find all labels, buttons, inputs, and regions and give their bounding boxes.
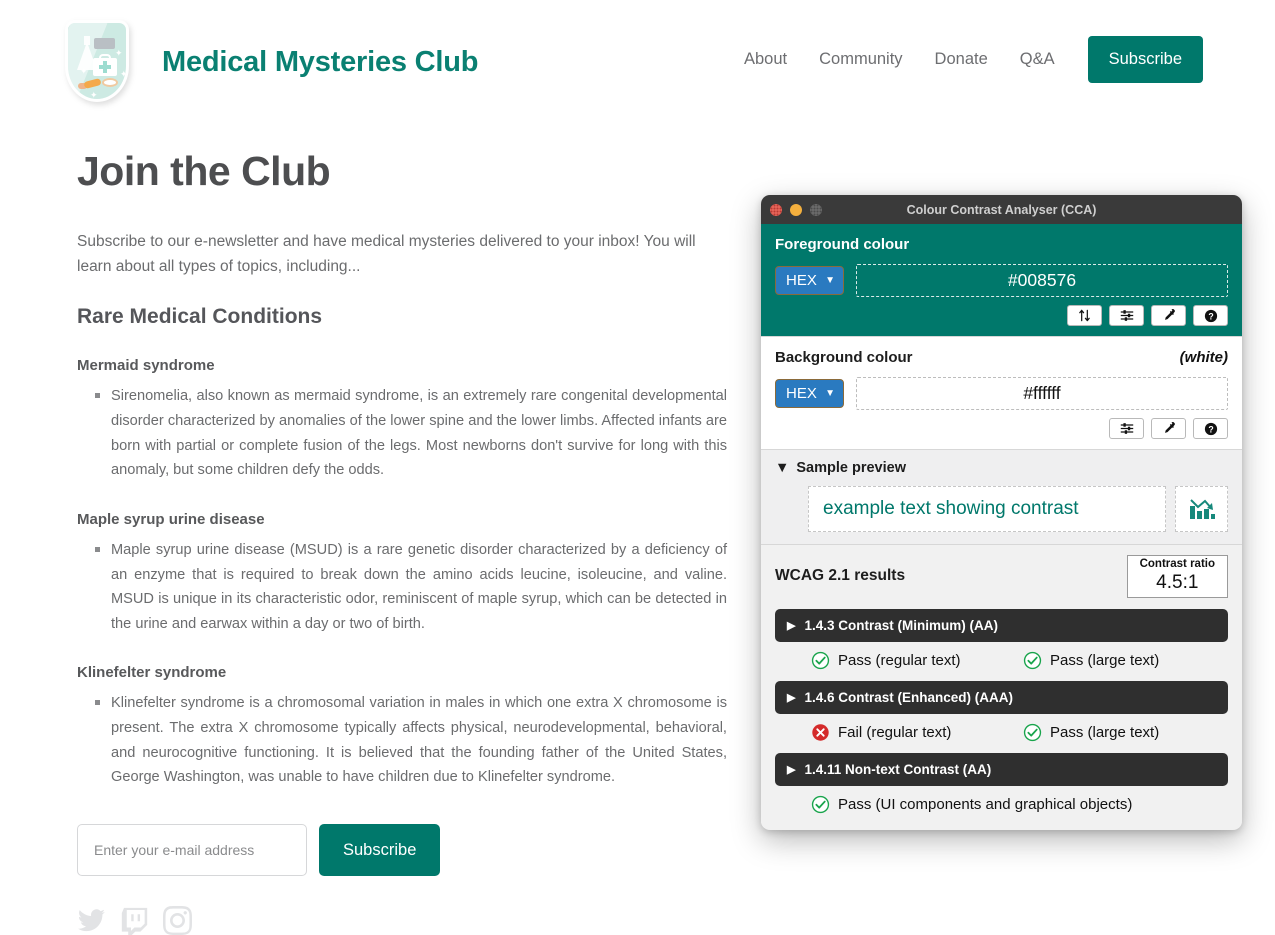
result-text: Pass (regular text) xyxy=(838,651,961,669)
foreground-label: Foreground colour xyxy=(775,236,910,253)
sample-preview-disclosure[interactable]: ▼ Sample preview xyxy=(775,460,1228,476)
email-input[interactable] xyxy=(77,824,307,877)
bar-chart-decline-icon xyxy=(1175,486,1228,532)
contrast-ratio-box: Contrast ratio 4.5:1 xyxy=(1126,555,1228,598)
eyedropper-icon[interactable] xyxy=(1151,418,1186,439)
medical-shield-logo-icon: ✦ ✦ ✦ ✦ xyxy=(62,17,134,109)
cca-titlebar[interactable]: Colour Contrast Analyser (CCA) xyxy=(761,195,1242,224)
triangle-right-icon: ▶ xyxy=(787,763,796,776)
foreground-format-wrap: HEX ▼ xyxy=(775,266,844,295)
foreground-actions: ? xyxy=(775,305,1228,326)
background-hex-value[interactable]: #ffffff xyxy=(856,377,1228,410)
triangle-right-icon: ▶ xyxy=(787,691,796,704)
pass-icon xyxy=(811,651,830,669)
wcag-results-title: WCAG 2.1 results xyxy=(775,567,906,585)
condition-list: Sirenomelia, also known as mermaid syndr… xyxy=(77,384,727,483)
result-text: Pass (large text) xyxy=(1050,723,1160,741)
background-format-select[interactable]: HEX xyxy=(775,379,844,408)
criterion-label: 1.4.11 Non-text Contrast (AA) xyxy=(804,761,992,777)
cca-window: Colour Contrast Analyser (CCA) Foregroun… xyxy=(761,195,1242,830)
condition-title: Maple syrup urine disease xyxy=(77,510,265,528)
condition-list: Maple syrup urine disease (MSUD) is a ra… xyxy=(77,538,727,637)
nav-link-community[interactable]: Community xyxy=(803,50,918,69)
header-subscribe-button[interactable]: Subscribe xyxy=(1087,36,1203,83)
nav-link-qa[interactable]: Q&A xyxy=(1004,50,1071,69)
nav-link-about[interactable]: About xyxy=(728,50,803,69)
nav-link-donate[interactable]: Donate xyxy=(919,50,1004,69)
result-text: Pass (UI components and graphical object… xyxy=(838,795,1133,813)
sample-preview-label: Sample preview xyxy=(796,460,906,476)
criterion-1-4-6-results: Fail (regular text) Pass (large text) xyxy=(775,723,1228,742)
site-header: ✦ ✦ ✦ ✦ Medical Mysteries Club About Com… xyxy=(0,0,1275,125)
condition-list: Klinefelter syndrome is a chromosomal va… xyxy=(77,691,727,790)
result-outcome: Pass (regular text) xyxy=(811,651,1023,670)
triangle-right-icon: ▶ xyxy=(787,619,796,632)
page-content: Join the Club Subscribe to our e-newslet… xyxy=(77,148,727,935)
brand-name: Medical Mysteries Club xyxy=(162,46,479,78)
foreground-hex-value[interactable]: #008576 xyxy=(856,264,1228,297)
subscribe-button[interactable]: Subscribe xyxy=(319,824,441,877)
list-item: Maple syrup urine disease (MSUD) is a ra… xyxy=(95,538,727,637)
sample-preview-row: example text showing contrast xyxy=(775,486,1228,532)
brand[interactable]: ✦ ✦ ✦ ✦ Medical Mysteries Club xyxy=(62,17,479,109)
twitter-icon[interactable] xyxy=(77,906,106,935)
criterion-1-4-11-results: Pass (UI components and graphical object… xyxy=(775,795,1228,814)
svg-text:?: ? xyxy=(1208,311,1213,321)
background-actions: ? xyxy=(775,418,1228,439)
criterion-label: 1.4.3 Contrast (Minimum) (AA) xyxy=(804,617,998,633)
pass-icon xyxy=(1023,651,1042,669)
background-format-wrap: HEX ▼ xyxy=(775,379,844,408)
help-icon[interactable]: ? xyxy=(1193,305,1228,326)
svg-text:?: ? xyxy=(1208,424,1213,434)
foreground-panel: Foreground colour HEX ▼ #008576 ? xyxy=(761,224,1242,336)
result-outcome: Fail (regular text) xyxy=(811,723,1023,742)
result-outcome: Pass (UI components and graphical object… xyxy=(811,795,1132,814)
result-text: Pass (large text) xyxy=(1050,651,1160,669)
criterion-1-4-3-results: Pass (regular text) Pass (large text) xyxy=(775,651,1228,670)
condition-title: Klinefelter syndrome xyxy=(77,664,227,682)
swap-colours-icon[interactable] xyxy=(1067,305,1102,326)
list-item: Sirenomelia, also known as mermaid syndr… xyxy=(95,384,727,483)
foreground-format-select[interactable]: HEX xyxy=(775,266,844,295)
sample-preview-panel: ▼ Sample preview example text showing co… xyxy=(761,449,1242,544)
main-nav: About Community Donate Q&A Subscribe xyxy=(728,36,1203,83)
social-links xyxy=(77,906,727,935)
help-icon[interactable]: ? xyxy=(1193,418,1228,439)
subscribe-form: Subscribe xyxy=(77,824,727,877)
list-item: Klinefelter syndrome is a chromosomal va… xyxy=(95,691,727,790)
result-outcome: Pass (large text) xyxy=(1023,651,1159,670)
pass-icon xyxy=(1023,723,1042,741)
section-title: Rare Medical Conditions xyxy=(77,305,323,329)
pass-icon xyxy=(811,795,830,813)
background-panel: Background colour (white) HEX ▼ #ffffff … xyxy=(761,336,1242,449)
colour-sliders-icon[interactable] xyxy=(1109,418,1144,439)
sample-preview-text: example text showing contrast xyxy=(808,486,1166,532)
instagram-icon[interactable] xyxy=(163,906,192,935)
criterion-label: 1.4.6 Contrast (Enhanced) (AAA) xyxy=(804,689,1013,705)
result-outcome: Pass (large text) xyxy=(1023,723,1159,742)
background-colour-note: (white) xyxy=(1179,349,1228,366)
page-title: Join the Club xyxy=(77,148,331,194)
background-label: Background colour xyxy=(775,349,913,366)
eyedropper-icon[interactable] xyxy=(1151,305,1186,326)
criterion-1-4-11[interactable]: ▶ 1.4.11 Non-text Contrast (AA) xyxy=(775,752,1228,786)
result-text: Fail (regular text) xyxy=(838,723,952,741)
criterion-1-4-6[interactable]: ▶ 1.4.6 Contrast (Enhanced) (AAA) xyxy=(775,680,1228,714)
colour-sliders-icon[interactable] xyxy=(1109,305,1144,326)
criterion-1-4-3[interactable]: ▶ 1.4.3 Contrast (Minimum) (AA) xyxy=(775,608,1228,642)
fail-icon xyxy=(812,723,829,741)
contrast-ratio-value: 4.5:1 xyxy=(1156,571,1199,593)
intro-paragraph: Subscribe to our e-newsletter and have m… xyxy=(77,233,696,276)
contrast-ratio-label: Contrast ratio xyxy=(1139,558,1215,570)
condition-title: Mermaid syndrome xyxy=(77,357,215,375)
twitch-icon[interactable] xyxy=(120,906,149,935)
window-title: Colour Contrast Analyser (CCA) xyxy=(906,202,1097,217)
wcag-results-panel: WCAG 2.1 results Contrast ratio 4.5:1 ▶ … xyxy=(761,544,1242,828)
triangle-down-icon: ▼ xyxy=(775,460,790,476)
